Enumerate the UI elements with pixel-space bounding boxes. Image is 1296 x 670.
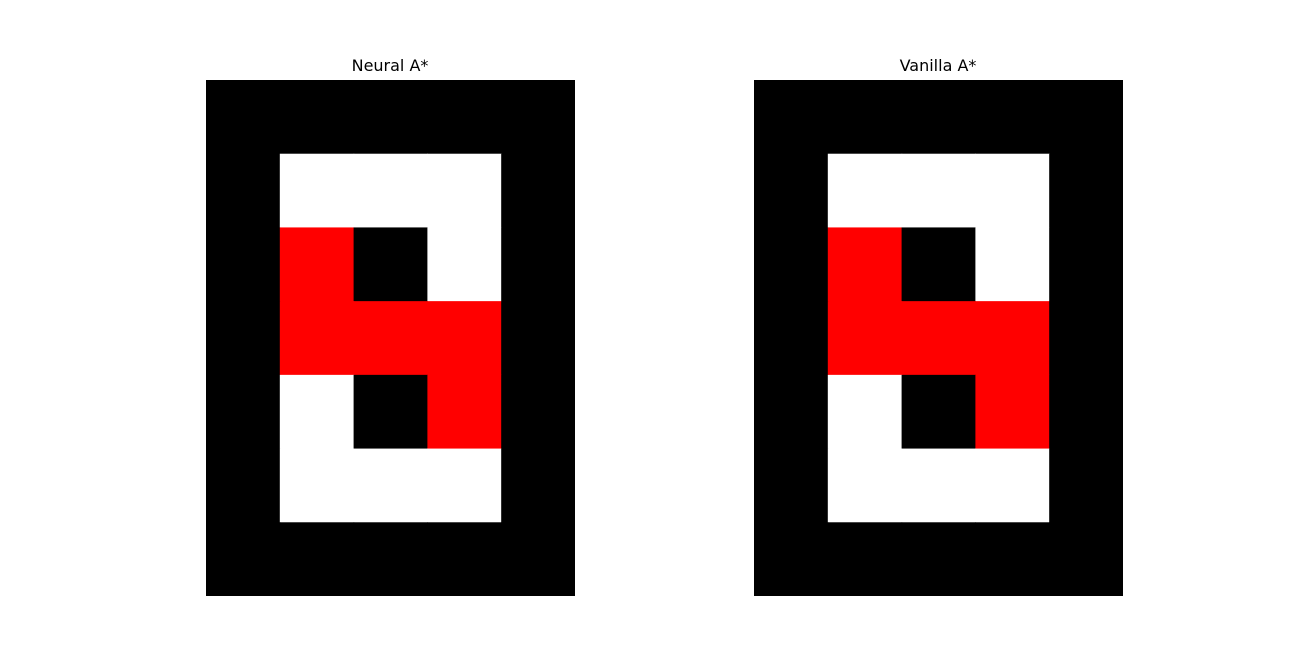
vanilla-astar-grid (754, 80, 1123, 596)
grid-cell-obstacle (754, 80, 829, 155)
grid-cell-obstacle (901, 80, 976, 155)
grid-cell-free (901, 448, 976, 523)
grid-cell-obstacle (754, 374, 829, 450)
grid-cell-obstacle (1049, 522, 1123, 596)
grid-cell-obstacle (206, 522, 281, 596)
grid-cell-free (975, 153, 1050, 229)
grid-cell-path (427, 301, 502, 376)
grid-cell-path (975, 301, 1050, 376)
grid-cell-obstacle (206, 301, 281, 376)
grid-cell-obstacle (206, 374, 281, 450)
grid-cell-obstacle (501, 153, 575, 229)
grid-cell-free (279, 374, 355, 450)
grid-cell-obstacle (501, 522, 575, 596)
grid-cell-obstacle (827, 80, 903, 155)
grid-cell-free (827, 374, 903, 450)
grid-cell-obstacle (501, 80, 575, 155)
grid-cell-obstacle (901, 522, 976, 596)
grid-cell-path (353, 301, 428, 376)
grid-cell-path (827, 301, 903, 376)
grid-cell-free (427, 153, 502, 229)
grid-cell-free (827, 448, 903, 523)
grid-cell-obstacle (501, 227, 575, 302)
grid-cell-free (827, 153, 903, 229)
grid-cell-obstacle (427, 522, 502, 596)
grid-cell-path (427, 374, 502, 450)
grid-cell-obstacle (1049, 374, 1123, 450)
grid-cell-obstacle (206, 80, 281, 155)
grid-cell-free (279, 153, 355, 229)
grid-cell-path (279, 301, 355, 376)
grid-cell-obstacle (975, 80, 1050, 155)
grid-cell-obstacle (1049, 227, 1123, 302)
grid-cell-path (901, 301, 976, 376)
grid-cell-obstacle (206, 227, 281, 302)
grid-cell-obstacle (1049, 301, 1123, 376)
grid-cell-path (975, 374, 1050, 450)
grid-cell-path (827, 227, 903, 302)
grid-cell-free (353, 448, 428, 523)
grid-cell-free (975, 227, 1050, 302)
grid-cell-obstacle (206, 448, 281, 523)
grid-cell-obstacle (901, 227, 976, 302)
grid-cell-free (427, 227, 502, 302)
grid-cell-obstacle (901, 374, 976, 450)
grid-cell-free (901, 153, 976, 229)
grid-cell-obstacle (353, 522, 428, 596)
figure: Neural A* Vanilla A* (0, 0, 1296, 670)
grid-cell-obstacle (501, 374, 575, 450)
grid-cell-free (427, 448, 502, 523)
grid-cell-obstacle (975, 522, 1050, 596)
grid-cell-path (279, 227, 355, 302)
grid-cell-obstacle (427, 80, 502, 155)
grid-cell-obstacle (754, 227, 829, 302)
grid-cell-obstacle (754, 448, 829, 523)
neural-astar-title: Neural A* (351, 56, 429, 75)
grid-cell-obstacle (279, 522, 355, 596)
grid-cell-free (279, 448, 355, 523)
grid-cell-obstacle (827, 522, 903, 596)
grid-cell-obstacle (279, 80, 355, 155)
grid-cell-obstacle (1049, 448, 1123, 523)
grid-cell-free (353, 153, 428, 229)
grid-cell-obstacle (353, 374, 428, 450)
grid-cell-obstacle (501, 448, 575, 523)
grid-cell-obstacle (501, 301, 575, 376)
vanilla-astar-title: Vanilla A* (899, 56, 977, 75)
grid-cell-obstacle (754, 153, 829, 229)
neural-astar-grid (206, 80, 575, 596)
grid-cell-obstacle (353, 227, 428, 302)
grid-cell-free (975, 448, 1050, 523)
grid-cell-obstacle (1049, 80, 1123, 155)
grid-cell-obstacle (353, 80, 428, 155)
grid-cell-obstacle (754, 522, 829, 596)
grid-cell-obstacle (206, 153, 281, 229)
grid-cell-obstacle (1049, 153, 1123, 229)
grid-cell-obstacle (754, 301, 829, 376)
